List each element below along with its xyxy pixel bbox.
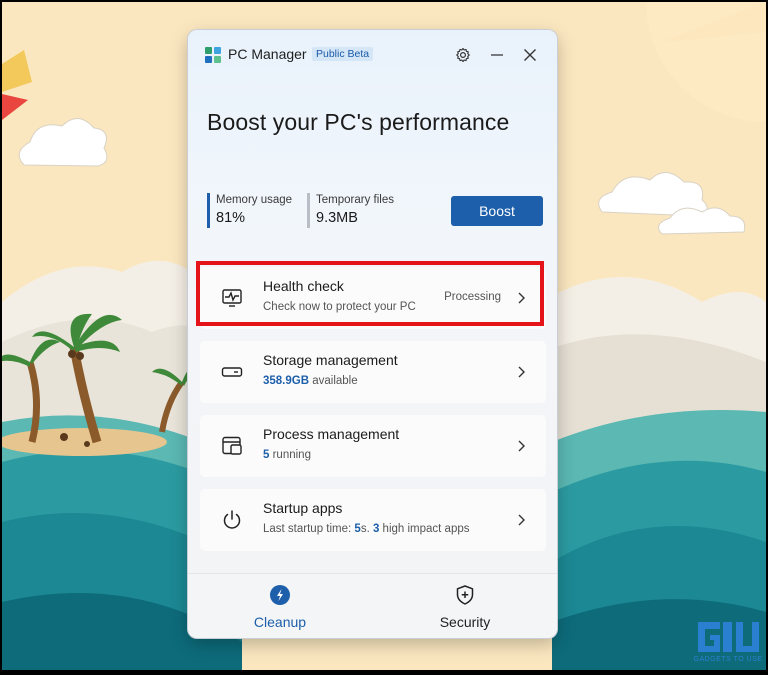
power-icon — [223, 510, 241, 529]
memory-usage-stat: Memory usage 81% — [207, 193, 292, 228]
memory-usage-label: Memory usage — [216, 194, 293, 206]
storage-management-subtitle: 358.9GB available — [263, 375, 358, 387]
close-button[interactable] — [519, 44, 541, 66]
temporary-files-label: Temporary files — [316, 194, 394, 206]
close-icon — [524, 49, 536, 61]
pc-manager-window: PC Manager Public Beta Boost your PC's p… — [188, 30, 557, 638]
shield-plus-icon — [456, 585, 474, 605]
storage-drive-icon — [221, 367, 243, 377]
watermark-text: GADGETS TO USE — [693, 656, 763, 663]
minimize-button[interactable] — [486, 44, 508, 66]
bottom-nav: Cleanup Security — [188, 573, 557, 638]
memory-usage-value: 81% — [216, 210, 246, 226]
storage-available-suffix: available — [309, 375, 358, 387]
health-check-highlight-box — [196, 261, 544, 326]
startup-time-unit: s. — [360, 523, 373, 535]
startup-apps-title: Startup apps — [263, 500, 343, 516]
storage-available-value: 358.9GB — [263, 375, 310, 387]
storage-management-card[interactable]: Storage management 358.9GB available — [200, 341, 546, 403]
minimize-icon — [491, 54, 503, 56]
nav-security-label: Security — [439, 614, 491, 630]
pc-manager-logo-icon — [205, 47, 221, 63]
title-bar: PC Manager Public Beta — [188, 30, 557, 80]
cleanup-icon — [270, 585, 290, 605]
settings-button[interactable] — [452, 44, 474, 66]
screenshot-frame: PC Manager Public Beta Boost your PC's p… — [2, 2, 766, 670]
hero-title: Boost your PC's performance — [207, 109, 510, 135]
public-beta-badge: Public Beta — [312, 47, 374, 61]
app-title: PC Manager — [228, 46, 307, 62]
process-window-icon — [222, 436, 242, 455]
high-impact-suffix: high impact apps — [379, 523, 470, 535]
startup-apps-subtitle: Last startup time: 5s. 3 high impact app… — [263, 523, 470, 535]
nav-security[interactable]: Security — [373, 574, 557, 638]
process-management-subtitle: 5 running — [263, 449, 311, 461]
temporary-files-value: 9.3MB — [316, 210, 358, 226]
startup-apps-card[interactable]: Startup apps Last startup time: 5s. 3 hi… — [200, 489, 546, 551]
gear-icon — [456, 47, 470, 63]
temporary-files-stat: Temporary files 9.3MB — [307, 193, 394, 228]
startup-time-prefix: Last startup time: — [263, 523, 355, 535]
chevron-right-icon — [518, 514, 525, 526]
storage-management-title: Storage management — [263, 352, 398, 368]
chevron-right-icon — [518, 366, 525, 378]
nav-cleanup-label: Cleanup — [253, 614, 307, 630]
process-management-title: Process management — [263, 426, 400, 442]
process-running-suffix: running — [269, 449, 311, 461]
chevron-right-icon — [518, 440, 525, 452]
nav-cleanup[interactable]: Cleanup — [188, 574, 372, 638]
gadgets-to-use-watermark: GADGETS TO USE — [690, 616, 766, 670]
process-management-card[interactable]: Process management 5 running — [200, 415, 546, 477]
boost-button[interactable]: Boost — [451, 196, 543, 226]
